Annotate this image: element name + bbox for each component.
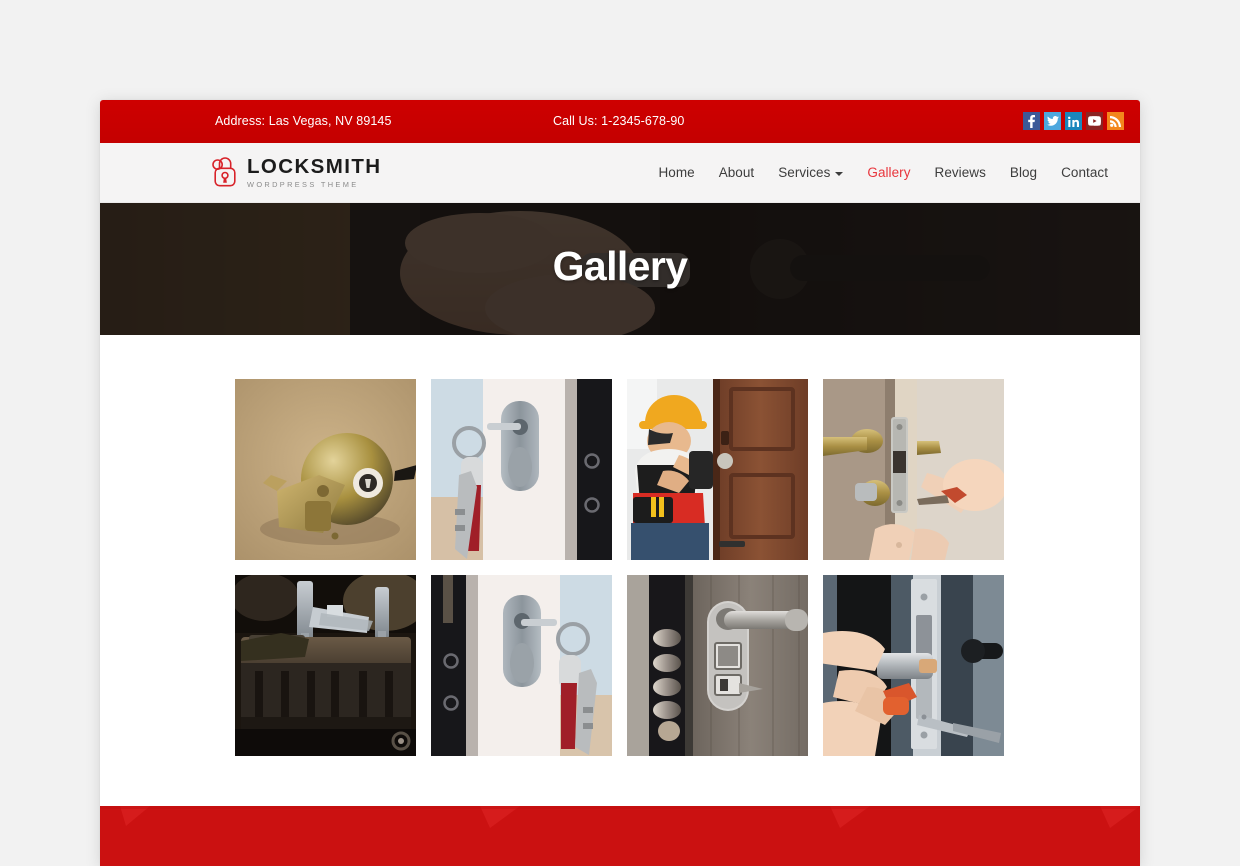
twitter-icon[interactable] (1044, 112, 1061, 130)
site-header: LOCKSMITH WORDPRESS THEME Home About Ser… (100, 143, 1140, 203)
address-text: Address: Las Vegas, NV 89145 (215, 114, 392, 128)
gallery-item[interactable] (235, 575, 416, 756)
logo-subtitle: WORDPRESS THEME (247, 179, 359, 189)
hands-installing-cylinder-image (823, 575, 1004, 756)
technician-installing-lock-image (627, 379, 808, 560)
site-container: Address: Las Vegas, NV 89145 Call Us: 1-… (100, 100, 1140, 866)
gallery-item[interactable] (627, 379, 808, 560)
nav-item-about[interactable]: About (707, 165, 767, 180)
phone-text: Call Us: 1-2345-678-90 (553, 114, 685, 128)
gallery-section (100, 335, 1140, 806)
key-cutting-machine-image (235, 575, 416, 756)
gallery-grid (235, 379, 1005, 756)
logo-title: LOCKSMITH (247, 155, 382, 179)
keys-in-door-lock-image (431, 379, 612, 560)
nav-label: Blog (1009, 165, 1038, 180)
nav-label: Reviews (934, 165, 986, 180)
brass-doorknob-image (235, 379, 416, 560)
nav-item-reviews[interactable]: Reviews (923, 165, 998, 180)
gallery-item[interactable] (823, 575, 1004, 756)
gallery-item[interactable] (431, 575, 612, 756)
footer-pattern (100, 806, 1140, 866)
gallery-item[interactable] (235, 379, 416, 560)
page-title: Gallery (552, 243, 688, 289)
footer-strip (100, 806, 1140, 866)
social-links (1023, 112, 1124, 130)
main-navigation: Home About Services Gallery Reviews Blog… (646, 143, 1120, 202)
nav-label: Services (778, 165, 831, 180)
gallery-item[interactable] (823, 379, 1004, 560)
linkedin-icon[interactable] (1065, 112, 1082, 130)
nav-item-gallery[interactable]: Gallery (855, 165, 922, 180)
nav-item-services[interactable]: Services (766, 165, 855, 180)
site-logo[interactable]: LOCKSMITH WORDPRESS THEME (211, 155, 381, 189)
rss-icon[interactable] (1107, 112, 1124, 130)
youtube-icon[interactable] (1086, 112, 1103, 130)
top-info-bar: Address: Las Vegas, NV 89145 Call Us: 1-… (100, 100, 1140, 143)
chevron-down-icon (835, 171, 844, 176)
nav-label: Gallery (867, 165, 911, 180)
nav-item-contact[interactable]: Contact (1049, 165, 1120, 180)
padlock-icon (212, 157, 236, 187)
keys-in-door-lock-mirrored-image (431, 575, 612, 756)
gallery-item[interactable] (431, 379, 612, 560)
nav-label: Contact (1061, 165, 1108, 180)
hand-screwdriver-brass-handle-image (823, 379, 1004, 560)
nav-item-blog[interactable]: Blog (998, 165, 1049, 180)
page-hero: Gallery (100, 203, 1140, 335)
nav-item-home[interactable]: Home (646, 165, 706, 180)
security-door-deadbolt-image (627, 575, 808, 756)
gallery-item[interactable] (627, 575, 808, 756)
nav-label: Home (658, 165, 695, 180)
facebook-icon[interactable] (1023, 112, 1040, 130)
nav-label: About (718, 165, 755, 180)
